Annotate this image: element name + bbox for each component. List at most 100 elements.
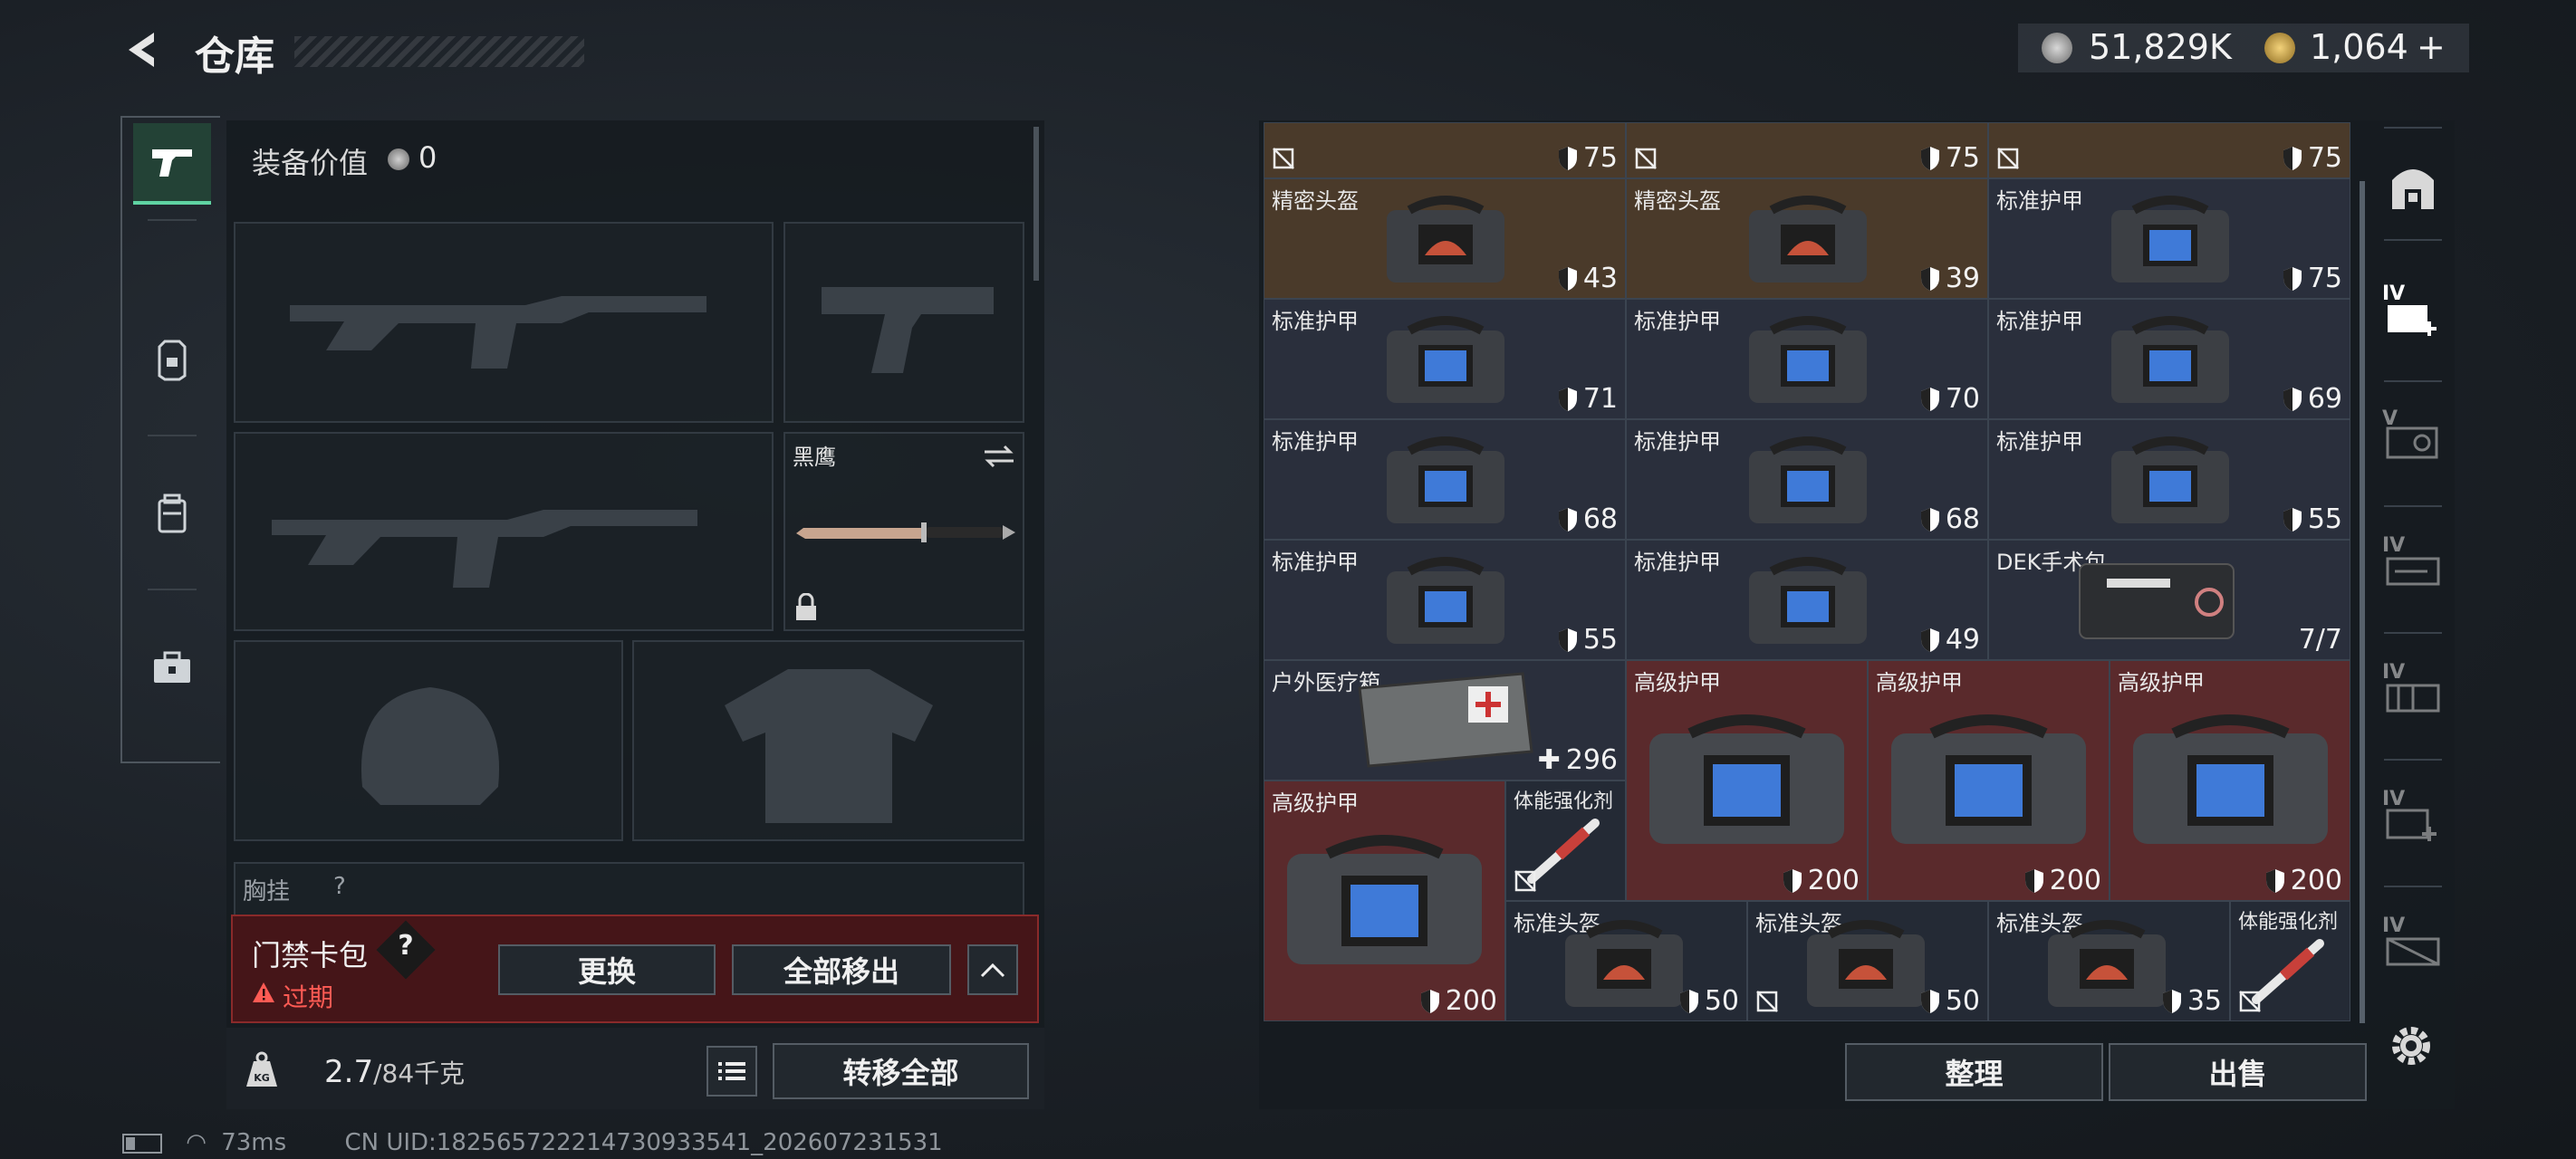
item-cell[interactable]: 75 <box>1264 122 1626 178</box>
no-carry-icon <box>1756 991 1778 1012</box>
item-cell[interactable]: 标准头盔 35 <box>1988 901 2230 1021</box>
nav-divider <box>148 435 197 436</box>
chest-rig-slot[interactable]: 胸挂 ? <box>234 862 1024 916</box>
no-carry-icon <box>1514 870 1536 892</box>
item-name: 精密头盔 <box>1272 188 1359 214</box>
nav-weapons[interactable] <box>133 123 211 205</box>
collapse-button[interactable] <box>967 944 1018 995</box>
list-view-button[interactable] <box>706 1046 757 1097</box>
item-cell[interactable]: 高级护甲 200 <box>2110 660 2350 901</box>
melee-name: 黑鹰 <box>793 445 836 470</box>
armor-bag-icon <box>2111 196 2229 283</box>
durability-value: 35 <box>2187 985 2222 1017</box>
item-cell[interactable]: 高级护甲 200 <box>1626 660 1868 901</box>
secondary-weapon-slot[interactable] <box>234 432 774 631</box>
item-cell[interactable]: 标准护甲 70 <box>1626 299 1988 419</box>
tab-divider <box>2384 886 2442 887</box>
melee-slot[interactable]: 黑鹰 <box>783 432 1024 631</box>
item-name: 高级护甲 <box>2118 670 2205 695</box>
item-value: 296 <box>1565 744 1618 776</box>
tab-storage-2[interactable]: V <box>2379 404 2447 473</box>
no-carry-icon <box>2239 991 2261 1012</box>
helmet-slot[interactable] <box>234 640 623 841</box>
shield-icon <box>2265 868 2284 893</box>
inventory-scrollbar[interactable] <box>2360 181 2365 1023</box>
item-name: 标准护甲 <box>1634 429 1721 455</box>
armor-bag-icon <box>1387 436 1504 523</box>
item-cell[interactable]: 标准头盔 50 <box>1505 901 1747 1021</box>
item-cell[interactable]: 体能强化剂 <box>2230 901 2350 1021</box>
nav-divider <box>148 589 197 590</box>
nav-gear[interactable] <box>133 321 211 399</box>
medkit-icon <box>1358 672 1533 768</box>
item-cell[interactable]: 标准护甲 71 <box>1264 299 1626 419</box>
durability-value: 200 <box>2290 865 2342 896</box>
item-cell[interactable]: 标准护甲 75 <box>1988 178 2350 299</box>
title-decoration <box>294 36 584 67</box>
item-cell[interactable]: 标准头盔 50 <box>1747 901 1988 1021</box>
item-cell[interactable]: DEK手术包 7/7 <box>1988 540 2350 660</box>
tab-storage-1[interactable]: IV <box>2379 279 2447 348</box>
pistol-icon <box>152 149 192 177</box>
tab-storage-5[interactable]: IV <box>2379 784 2447 853</box>
armor-slot[interactable] <box>632 640 1024 841</box>
item-cell[interactable]: 标准护甲 68 <box>1626 419 1988 540</box>
item-cell[interactable]: 标准护甲 49 <box>1626 540 1988 660</box>
item-cell[interactable]: 高级护甲 200 <box>1868 660 2110 901</box>
item-cell[interactable]: 标准护甲 68 <box>1264 419 1626 540</box>
sort-button[interactable]: 整理 <box>1845 1043 2103 1101</box>
keycard-case-title: 门禁卡包 <box>252 938 369 972</box>
nav-toolbox[interactable] <box>133 629 211 707</box>
armor-bag-icon <box>1749 436 1867 523</box>
back-arrow-icon[interactable] <box>120 27 165 72</box>
equipment-value-label: 装备价值 <box>252 146 369 180</box>
shield-icon <box>1420 989 1439 1013</box>
shield-icon <box>2283 146 2302 170</box>
tier-label: IV <box>2382 915 2406 937</box>
settings-gear-icon[interactable] <box>2384 1019 2438 1073</box>
item-cell[interactable]: 标准护甲 55 <box>1988 419 2350 540</box>
item-cell[interactable]: 精密头盔 43 <box>1264 178 1626 299</box>
sell-button[interactable]: 出售 <box>2109 1043 2367 1101</box>
item-cell[interactable]: 75 <box>1626 122 1988 178</box>
swap-icon[interactable] <box>983 443 1015 470</box>
equip-scrollbar[interactable] <box>1033 127 1039 281</box>
remove-all-button[interactable]: 全部移出 <box>732 944 951 995</box>
item-cell[interactable]: 高级护甲 200 <box>1264 781 1505 1021</box>
primary-weapon-slot[interactable] <box>234 222 774 423</box>
help-icon: ? <box>398 930 414 962</box>
tab-storage-3[interactable]: IV <box>2379 531 2447 599</box>
shield-icon <box>1920 146 1939 170</box>
transfer-all-button[interactable]: 转移全部 <box>773 1043 1029 1099</box>
item-cell[interactable]: 标准护甲 69 <box>1988 299 2350 419</box>
tab-storage-6[interactable]: IV <box>2379 911 2447 980</box>
armor-icon <box>158 340 187 381</box>
pistol-slot[interactable] <box>783 222 1024 423</box>
item-name: 高级护甲 <box>1634 670 1721 695</box>
item-name: 标准护甲 <box>1634 550 1721 575</box>
item-cell[interactable]: 标准护甲 55 <box>1264 540 1626 660</box>
item-cell[interactable]: 户外医疗箱 ✚ 296 <box>1264 660 1626 781</box>
tab-overview[interactable] <box>2379 154 2447 223</box>
tab-divider <box>2384 380 2442 382</box>
durability-value: 70 <box>1945 383 1980 415</box>
gold-coin-icon <box>2264 33 2295 63</box>
nav-backpack[interactable] <box>133 475 211 553</box>
durability-value: 75 <box>1582 142 1618 174</box>
item-name: 标准护甲 <box>1272 309 1359 334</box>
tier-label: IV <box>2382 788 2406 810</box>
backpack-icon <box>158 493 187 533</box>
item-cell[interactable]: 精密头盔 39 <box>1626 178 1988 299</box>
item-cell[interactable]: 体能强化剂 <box>1505 781 1626 901</box>
tab-storage-4[interactable]: IV <box>2379 657 2447 726</box>
item-cell[interactable]: 75 <box>1988 122 2350 178</box>
advanced-armor-bag-icon <box>2133 714 2328 844</box>
tab-divider <box>2384 505 2442 507</box>
item-name: 标准护甲 <box>1272 429 1359 455</box>
chevron-up-icon <box>980 963 1005 978</box>
replace-button[interactable]: 更换 <box>498 944 716 995</box>
add-gold-button[interactable]: + <box>2417 27 2446 67</box>
item-name: 体能强化剂 <box>2238 911 2339 934</box>
helmet-bag-icon <box>1387 196 1504 283</box>
shield-icon <box>2283 507 2302 532</box>
